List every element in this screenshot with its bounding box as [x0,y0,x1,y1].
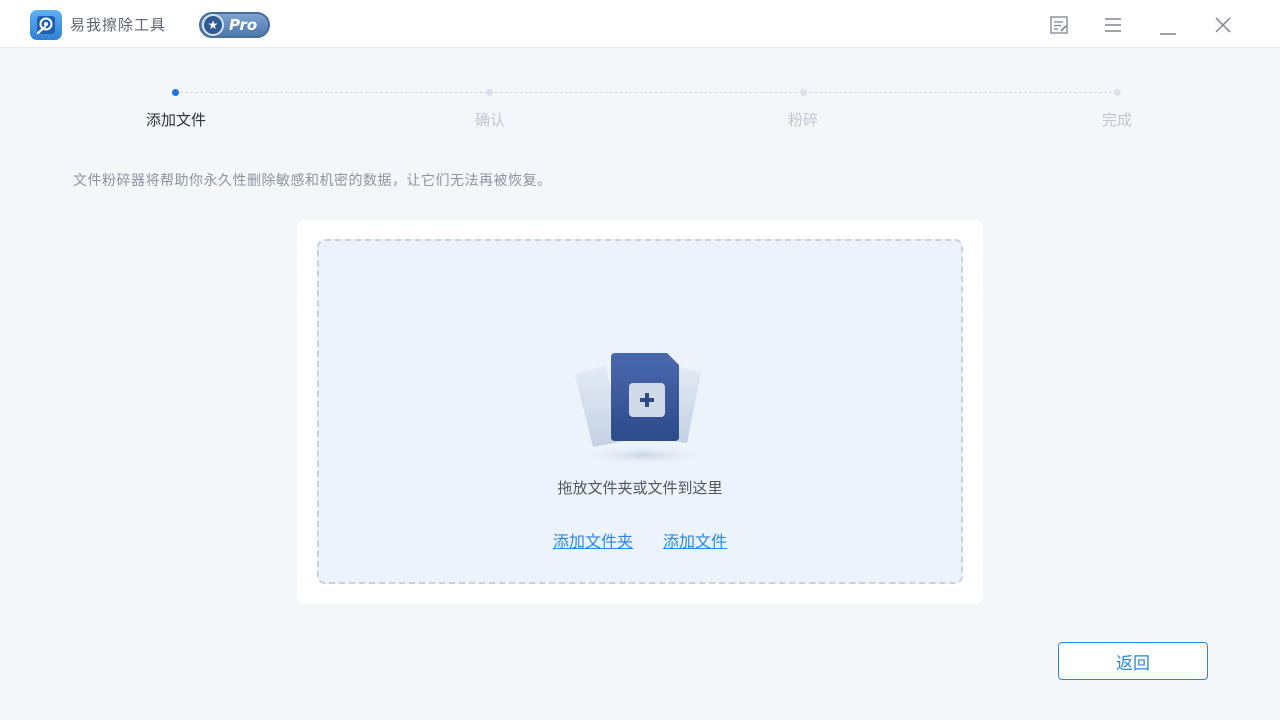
feedback-icon [1050,16,1068,34]
minimize-button[interactable] [1155,12,1181,38]
step-dot-shred [800,89,807,96]
file-card: 拖放文件夹或文件到这里 添加文件夹 添加文件 [297,220,983,604]
progress-stepper: 添加文件 确认 粉碎 完成 [0,80,1280,140]
menu-button[interactable] [1100,12,1126,38]
drop-links: 添加文件夹 添加文件 [319,528,961,552]
drop-zone[interactable]: 拖放文件夹或文件到这里 添加文件夹 添加文件 [317,239,963,584]
pro-badge[interactable]: ★ Pro [199,12,270,38]
app-logo-icon [30,10,62,40]
step-dot-add-files [172,89,179,96]
title-bar: 易我擦除工具 ★ Pro [0,0,1280,48]
close-button[interactable] [1210,12,1236,38]
add-file-link[interactable]: 添加文件 [663,528,727,552]
step-label-confirm: 确认 [474,111,506,129]
menu-icon [1105,18,1121,32]
step-label-shred: 粉碎 [787,111,819,129]
minimize-icon [1160,33,1176,35]
close-icon [1215,17,1231,33]
add-folder-link[interactable]: 添加文件夹 [553,528,633,552]
feedback-button[interactable] [1046,12,1072,38]
stepper-line [175,92,1117,93]
add-file-illustration-icon [569,351,719,466]
step-label-complete: 完成 [1101,111,1133,129]
step-label-add-files: 添加文件 [145,111,207,129]
star-icon: ★ [202,14,224,36]
step-dot-confirm [486,89,493,96]
drop-hint-text: 拖放文件夹或文件到这里 [557,479,723,497]
app-title: 易我擦除工具 [70,16,167,34]
page-description: 文件粉碎器将帮助你永久性删除敏感和机密的数据，让它们无法再被恢复。 [73,173,552,189]
pro-badge-label: Pro [229,16,258,34]
back-button[interactable]: 返回 [1058,642,1208,680]
step-dot-complete [1114,89,1121,96]
